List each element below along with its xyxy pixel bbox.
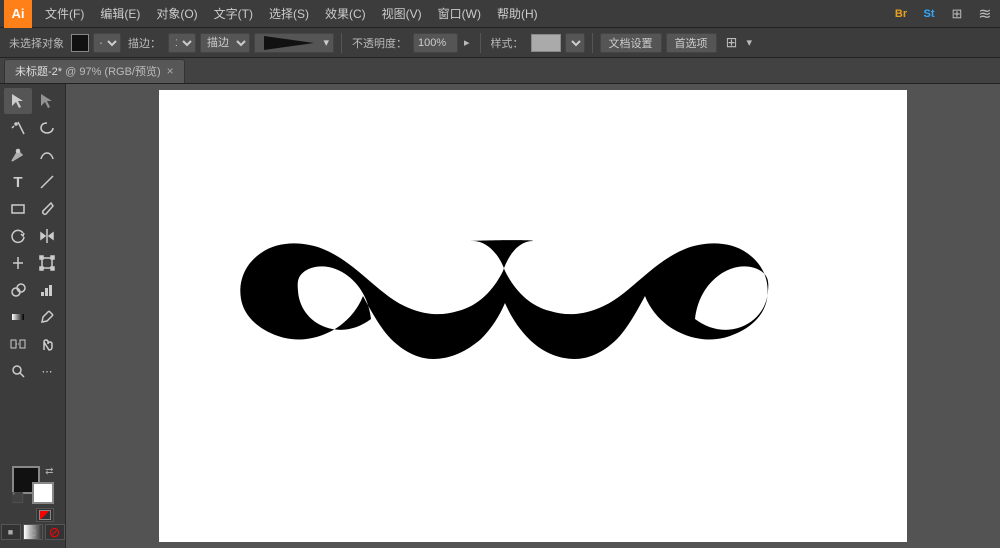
width-tool-button[interactable]: [4, 250, 32, 276]
menu-view[interactable]: 视图(V): [375, 1, 429, 26]
tools-panel: T: [0, 84, 66, 548]
menu-file[interactable]: 文件(F): [38, 1, 91, 26]
reflect-tool-button[interactable]: [33, 223, 61, 249]
tool-row-5: [2, 196, 63, 222]
main-area: T: [0, 84, 1000, 548]
menu-object[interactable]: 对象(O): [149, 1, 204, 26]
selection-tool-button[interactable]: [4, 88, 32, 114]
tool-row-3: [2, 142, 63, 168]
bridge-icon[interactable]: Br: [890, 3, 912, 25]
zoom-tool-button[interactable]: [4, 358, 32, 384]
hand-tool-button[interactable]: [33, 331, 61, 357]
tool-row-9: [2, 304, 63, 330]
tool-row-1: [2, 88, 63, 114]
none-mode-button[interactable]: ⊘: [45, 524, 65, 540]
direct-selection-tool-button[interactable]: [33, 88, 61, 114]
stroke-label: 描边：: [125, 35, 164, 51]
opacity-area: 不透明度： ▸: [349, 33, 473, 53]
mode-row: ■ ◻ ⊘: [1, 524, 65, 540]
color-section: ⇄ ⬛ ■ ◻ ⊘: [2, 462, 63, 544]
stroke-triangle-icon: [264, 36, 314, 50]
line-segment-button[interactable]: [33, 169, 61, 195]
stroke-style-select[interactable]: —: [93, 33, 121, 53]
tool-row-6: [2, 223, 63, 249]
background-color[interactable]: [32, 482, 54, 504]
tab-bar: 未标题-2* @ 97% (RGB/预览) ×: [0, 58, 1000, 84]
preferences-button[interactable]: 首选项: [666, 33, 717, 53]
menu-select[interactable]: 选择(S): [262, 1, 316, 26]
arrange-icon[interactable]: ⊞: [721, 32, 743, 54]
options-bar: 未选择对象 — 描边： 1 描边 ▾ 不透明度： ▸ 样式： ▾ 文档设置 首选…: [0, 28, 1000, 58]
tool-row-4: T: [2, 169, 63, 195]
eyedropper-button[interactable]: [33, 304, 61, 330]
stroke-weight-select[interactable]: 1: [168, 33, 196, 53]
canvas-area: [66, 84, 1000, 548]
opacity-label: 不透明度：: [349, 35, 410, 51]
gradient-tool-button[interactable]: [4, 304, 32, 330]
gradient-mode-button[interactable]: ◻: [23, 524, 43, 540]
tool-row-11: ⋯: [2, 358, 63, 384]
style-label: 样式：: [488, 35, 527, 51]
color-mode-button[interactable]: ■: [1, 524, 21, 540]
document-tab[interactable]: 未标题-2* @ 97% (RGB/预览) ×: [4, 59, 185, 83]
menu-edit[interactable]: 编辑(E): [93, 1, 147, 26]
rotate-tool-button[interactable]: [4, 223, 32, 249]
menu-window[interactable]: 窗口(W): [431, 1, 488, 26]
shape-builder-button[interactable]: [4, 277, 32, 303]
opacity-input[interactable]: [413, 33, 458, 53]
opacity-arrow[interactable]: ▸: [461, 36, 473, 49]
tool-row-8: [2, 277, 63, 303]
color-pair: ⇄ ⬛: [12, 466, 54, 504]
fill-color-swatch[interactable]: [71, 34, 89, 52]
app-logo: Ai: [4, 0, 32, 28]
lasso-button[interactable]: [33, 115, 61, 141]
mustache-artwork: [223, 181, 843, 451]
stock-icon[interactable]: St: [918, 3, 940, 25]
style-select[interactable]: ▾: [565, 33, 585, 53]
chart-button[interactable]: [33, 277, 61, 303]
arrange-arrow[interactable]: ▾: [747, 36, 753, 49]
separator-2: [480, 33, 481, 53]
tool-row-2: [2, 115, 63, 141]
selection-label: 未选择对象: [6, 35, 67, 51]
separator-1: [341, 33, 342, 53]
menu-effect[interactable]: 效果(C): [318, 1, 373, 26]
tab-close-button[interactable]: ×: [167, 64, 174, 78]
extra-tool-button[interactable]: ⋯: [33, 358, 61, 384]
extra-icon[interactable]: ≋: [974, 3, 996, 25]
document-canvas: [159, 90, 907, 542]
pen-tool-button[interactable]: [4, 142, 32, 168]
curvature-tool-button[interactable]: [33, 142, 61, 168]
menu-bar: Ai 文件(F) 编辑(E) 对象(O) 文字(T) 选择(S) 效果(C) 视…: [0, 0, 1000, 28]
menu-text[interactable]: 文字(T): [207, 1, 260, 26]
menu-help[interactable]: 帮助(H): [490, 1, 545, 26]
reset-colors-icon[interactable]: ⬛: [12, 493, 24, 504]
swap-colors-icon[interactable]: ⇄: [45, 466, 53, 477]
stroke-cap-select[interactable]: 描边: [200, 33, 250, 53]
separator-3: [592, 33, 593, 53]
stroke-arrow-display[interactable]: ▾: [254, 33, 334, 53]
tool-row-10: [2, 331, 63, 357]
rectangle-tool-button[interactable]: [4, 196, 32, 222]
tab-title: 未标题-2* @ 97% (RGB/预览): [15, 63, 161, 79]
tool-row-7: [2, 250, 63, 276]
menu-right-icons: Br St ⊞ ≋: [890, 3, 996, 25]
style-swatch[interactable]: [531, 34, 561, 52]
magic-wand-button[interactable]: [4, 115, 32, 141]
doc-settings-button[interactable]: 文档设置: [600, 33, 662, 53]
blend-tool-button[interactable]: [4, 331, 32, 357]
grid-icon[interactable]: ⊞: [946, 3, 968, 25]
type-tool-button[interactable]: T: [4, 169, 32, 195]
paintbrush-button[interactable]: [33, 196, 61, 222]
free-transform-button[interactable]: [33, 250, 61, 276]
